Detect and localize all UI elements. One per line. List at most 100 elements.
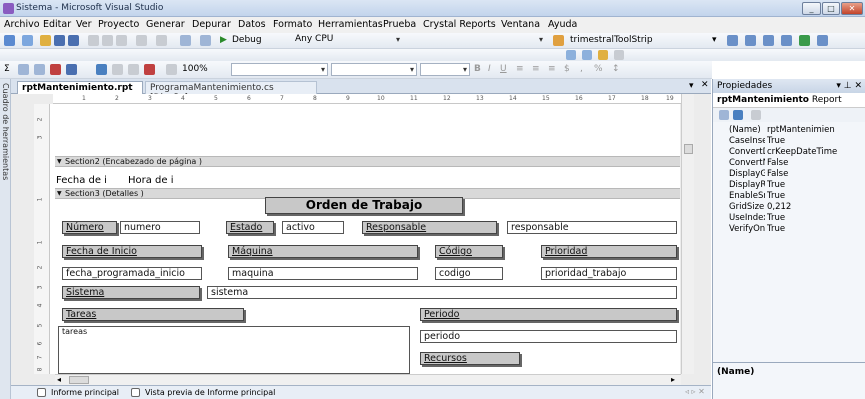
copy-icon[interactable] [102,35,113,46]
property-row[interactable]: DisplayGricFalse [717,169,857,179]
menu-generar[interactable]: Generar [146,19,185,30]
menu-editar[interactable]: Editar [43,19,71,30]
add-item-icon[interactable] [22,35,33,46]
object-browser-icon[interactable] [763,35,774,46]
redo-icon[interactable] [156,35,167,46]
property-row[interactable]: CaseInsensTrue [717,136,857,146]
tab-list-icon[interactable]: ▾ [689,81,694,91]
layout-icon-2[interactable] [582,50,592,60]
percent-icon[interactable]: % [594,64,603,74]
menu-formato[interactable]: Formato [273,19,312,30]
insert-chart-icon[interactable] [50,64,61,75]
bold-icon[interactable]: B [474,64,481,74]
navigate-icon[interactable] [180,35,191,46]
property-row[interactable]: ConvertNuFalse [717,158,857,168]
solution-explorer-icon[interactable] [727,35,738,46]
select-expert-icon[interactable] [112,64,123,75]
hora-de-label[interactable]: Hora de i [128,175,174,186]
estado-field[interactable]: activo [282,221,344,234]
property-row[interactable]: VerifyOnEvTrue [717,224,857,234]
format-painter-icon[interactable] [128,64,139,75]
properties-icon[interactable] [745,35,756,46]
zoom-icon[interactable] [166,64,177,75]
new-project-icon[interactable] [4,35,15,46]
align-left-icon[interactable]: ≡ [516,64,524,74]
property-row[interactable]: ConvertDatcrKeepDateTime [717,147,857,157]
property-row[interactable]: UseIndexFcTrue [717,213,857,223]
insert-group-icon[interactable] [66,64,77,75]
estado-label[interactable]: Estado [226,221,274,234]
open-folder-icon[interactable] [40,35,51,46]
align-center-icon[interactable]: ≡ [532,64,540,74]
layout-icon-3[interactable] [598,50,608,60]
find-icon[interactable] [200,35,211,46]
scroll-right-icon[interactable]: ▸ [671,375,675,384]
close-document-icon[interactable]: ✕ [701,80,709,90]
currency-icon[interactable]: $ [564,64,570,74]
cut-icon[interactable] [88,35,99,46]
property-row[interactable]: (Name) rptMantenimien [717,125,857,135]
maquina-label[interactable]: Máquina [228,245,418,258]
group-expert-icon[interactable] [144,64,155,75]
menu-herramientas[interactable]: Herramientas [318,19,383,30]
menu-datos[interactable]: Datos [238,19,266,30]
layout-icon-4[interactable] [614,50,624,60]
sistema-field[interactable]: sistema [207,286,677,299]
save-icon[interactable] [54,35,65,46]
responsable-label[interactable]: Responsable [362,221,497,234]
tab-programa-mantenimiento[interactable]: ProgramaMantenimiento.cs [Diseño] [145,81,317,103]
tab-nav-arrows[interactable]: ◃ ▹ ✕ [685,387,705,396]
insert-field-icon[interactable] [34,64,45,75]
menu-crystal-reports[interactable]: Crystal Reports [423,19,496,30]
maquina-field[interactable]: maquina [228,267,418,280]
horizontal-scrollbar[interactable]: ◂ ▸ [55,374,681,385]
start-debug-icon[interactable]: ▶ [220,35,227,45]
insert-text-icon[interactable] [18,64,29,75]
toolbox-side-tab[interactable]: Cuadro de herramientas [0,79,11,399]
numero-field[interactable]: numero [120,221,200,234]
menu-ayuda[interactable]: Ayuda [548,19,577,30]
property-row[interactable]: EnableSnapTrue [717,191,857,201]
more-windows-icon[interactable] [817,35,828,46]
toolstrip-dropdown-icon[interactable]: ▾ [712,35,717,45]
field-explorer-icon[interactable] [96,64,107,75]
menu-prueba[interactable]: Prueba [383,19,416,30]
section2-band[interactable]: Section2 (Encabezado de página ) [55,156,680,167]
find-combo[interactable] [405,34,545,47]
paste-icon[interactable] [116,35,127,46]
font-size-combo[interactable] [420,63,470,76]
zoom-level[interactable]: 100% [182,64,208,74]
thousands-icon[interactable]: , [580,64,583,74]
prioridad-field[interactable]: prioridad_trabajo [541,267,677,280]
scrollbar-thumb[interactable] [684,144,693,154]
save-all-icon[interactable] [68,35,79,46]
font-combo[interactable] [331,63,417,76]
underline-icon[interactable]: U [500,64,507,74]
tab-preview[interactable]: Vista previa de Informe principal [145,388,275,397]
config-label[interactable]: Debug [232,35,262,45]
sistema-label[interactable]: Sistema [62,286,200,299]
menu-ventana[interactable]: Ventana [501,19,540,30]
menu-depurar[interactable]: Depurar [192,19,231,30]
codigo-label[interactable]: Código [435,245,503,258]
properties-pin-close-icon[interactable]: ▾ ⊥ ✕ [836,79,862,93]
start-page-icon[interactable] [799,35,810,46]
layout-icon-1[interactable] [566,50,576,60]
tareas-label[interactable]: Tareas [62,308,244,321]
style-combo[interactable] [231,63,328,76]
close-button[interactable]: ✕ [841,2,863,15]
menu-archivo[interactable]: Archivo [4,19,40,30]
properties-object-selector[interactable]: rptMantenimiento Report [713,93,865,108]
tab-rpt-mantenimiento[interactable]: rptMantenimiento.rpt [17,81,143,94]
toolbox-icon[interactable] [781,35,792,46]
periodo-field[interactable]: periodo [420,330,677,343]
sum-icon[interactable]: Σ [4,64,10,74]
undo-icon[interactable] [136,35,147,46]
codigo-field[interactable]: codigo [435,267,503,280]
responsable-field[interactable]: responsable [507,221,677,234]
toolstrip-combo[interactable]: trimestralToolStrip [570,35,653,45]
platform-combo[interactable]: Any CPU [292,34,402,47]
hscroll-thumb[interactable] [69,376,89,384]
maximize-button[interactable]: □ [822,2,840,15]
tab-main-report[interactable]: Informe principal [51,388,119,397]
